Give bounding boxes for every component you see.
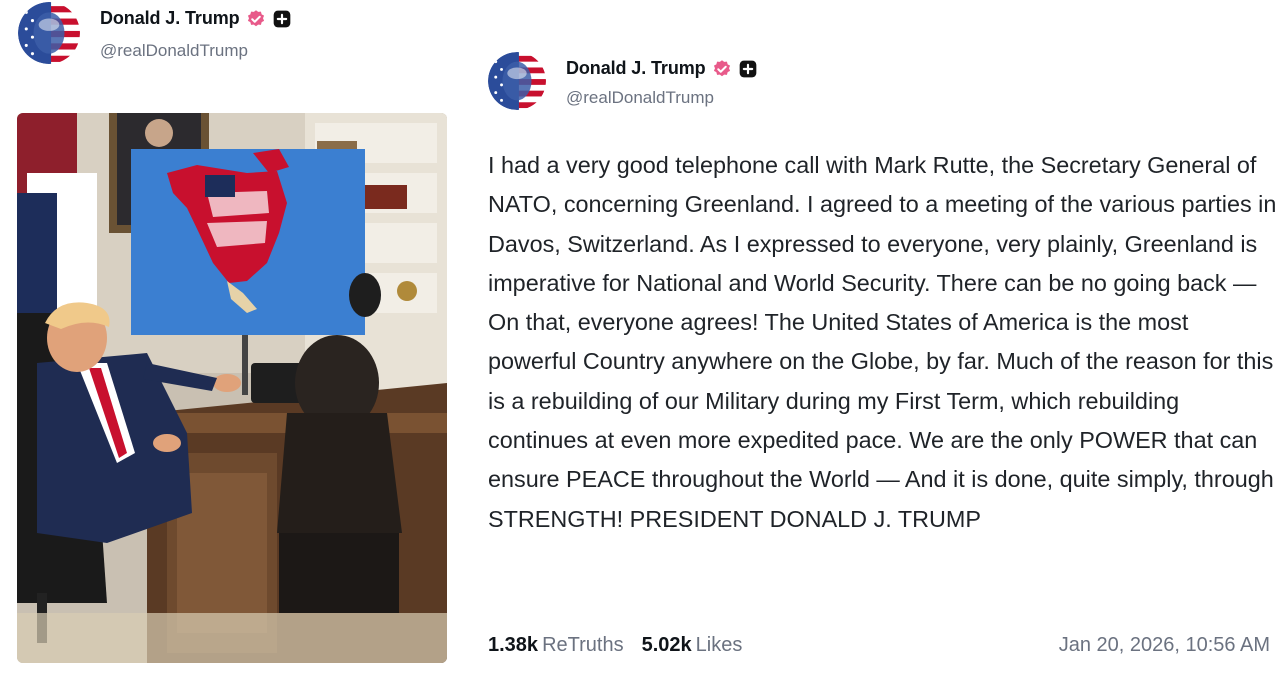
author-name-row: Donald J. Trump: [566, 58, 758, 79]
retruths-label: ReTruths: [542, 634, 624, 656]
author-handle[interactable]: @realDonaldTrump: [100, 41, 248, 61]
post-stats: 1.38k ReTruths 5.02k Likes: [488, 634, 742, 657]
likes-count: 5.02k: [641, 634, 692, 656]
retruths-stat[interactable]: 1.38k ReTruths: [488, 634, 624, 657]
author-handle[interactable]: @realDonaldTrump: [566, 88, 714, 108]
retruths-count: 1.38k: [488, 634, 539, 656]
avatar[interactable]: [18, 2, 80, 64]
verified-badge-icon: [246, 9, 266, 29]
plus-badge-icon: [272, 9, 292, 29]
likes-label: Likes: [695, 634, 743, 656]
avatar[interactable]: [488, 52, 546, 110]
post-body: I had a very good telephone call with Ma…: [488, 152, 1277, 532]
post-photo[interactable]: [17, 113, 447, 663]
author-display-name[interactable]: Donald J. Trump: [566, 58, 706, 79]
verified-badge-icon: [712, 59, 732, 79]
post-timestamp[interactable]: Jan 20, 2026, 10:56 AM: [1059, 634, 1270, 657]
author-display-name[interactable]: Donald J. Trump: [100, 8, 240, 29]
plus-badge-icon: [738, 59, 758, 79]
author-name-row: Donald J. Trump: [100, 8, 292, 29]
likes-stat[interactable]: 5.02k Likes: [642, 634, 743, 657]
